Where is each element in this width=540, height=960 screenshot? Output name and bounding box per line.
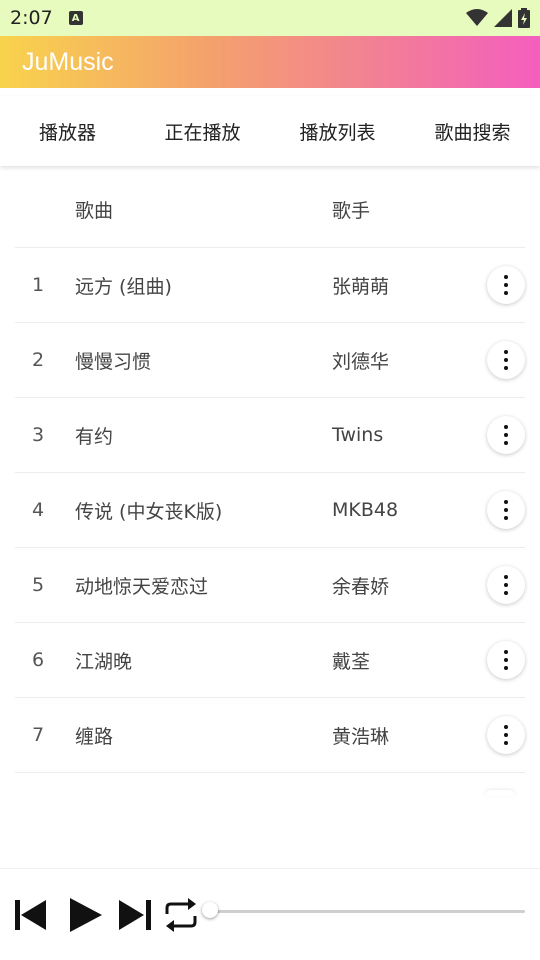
row-number: 3 <box>32 424 45 446</box>
row-number: 4 <box>32 499 45 521</box>
more-options-button[interactable] <box>487 491 525 529</box>
row-artist: 余春娇 <box>332 575 390 598</box>
row-number: 5 <box>32 574 45 596</box>
row-song: 传说 (中女丧K版) <box>75 500 223 523</box>
repeat-icon <box>165 897 197 932</box>
player-bar <box>0 868 540 960</box>
more-options-button[interactable] <box>487 266 525 304</box>
header-song: 歌曲 <box>75 200 114 222</box>
row-song: 远方 (组曲) <box>75 275 172 298</box>
song-table: 歌曲 歌手 1 远方 (组曲) 张萌萌 2 慢慢习惯 刘德华 3 有约 Twin… <box>15 172 525 773</box>
row-artist: 刘德华 <box>332 350 390 373</box>
wifi-icon <box>466 9 488 26</box>
table-row[interactable]: 1 远方 (组曲) 张萌萌 <box>15 248 525 323</box>
header-artist: 歌手 <box>332 200 371 222</box>
table-row[interactable]: 4 传说 (中女丧K版) MKB48 <box>15 473 525 548</box>
tab-bar: 播放器 正在播放 播放列表 歌曲搜索 <box>0 96 540 166</box>
seek-bar[interactable] <box>210 910 525 913</box>
notification-icon: A <box>68 11 83 25</box>
row-artist: 戴荃 <box>332 650 371 673</box>
more-options-button[interactable] <box>487 341 525 379</box>
status-time: 2:07 <box>10 7 53 29</box>
table-row[interactable]: 2 慢慢习惯 刘德华 <box>15 323 525 398</box>
tab-player[interactable]: 播放器 <box>0 96 135 166</box>
more-options-button[interactable] <box>487 716 525 754</box>
skip-previous-icon <box>15 899 46 930</box>
table-row[interactable]: 7 缠路 黄浩琳 <box>15 698 525 773</box>
row-song: 有约 <box>75 425 114 448</box>
row-artist: MKB48 <box>332 499 399 521</box>
battery-icon <box>518 8 530 28</box>
play-icon <box>70 897 102 932</box>
row-song: 动地惊天爱恋过 <box>75 575 209 598</box>
more-options-button[interactable] <box>487 416 525 454</box>
play-button[interactable] <box>66 895 106 935</box>
next-button[interactable] <box>118 895 152 935</box>
more-options-button[interactable] <box>487 641 525 679</box>
tab-playlist[interactable]: 播放列表 <box>270 96 405 166</box>
row-number: 7 <box>32 724 45 746</box>
app-bar: JuMusic <box>0 36 540 88</box>
app-title: JuMusic <box>22 47 114 76</box>
row-artist: 黄浩琳 <box>332 725 390 748</box>
signal-icon <box>494 9 512 27</box>
status-bar: 2:07 A <box>0 0 540 36</box>
row-artist: Twins <box>332 424 384 446</box>
row-song: 缠路 <box>75 725 114 748</box>
tab-song-search[interactable]: 歌曲搜索 <box>405 96 540 166</box>
more-options-button[interactable] <box>487 566 525 604</box>
row-number: 2 <box>32 349 45 371</box>
repeat-button[interactable] <box>162 895 200 935</box>
seek-thumb[interactable] <box>202 902 218 918</box>
row-song: 江湖晚 <box>75 650 133 673</box>
row-song: 慢慢习惯 <box>75 350 152 373</box>
scroll-fade-edge <box>15 790 525 796</box>
skip-next-icon <box>119 899 151 930</box>
previous-button[interactable] <box>14 895 48 935</box>
table-row[interactable]: 5 动地惊天爱恋过 余春娇 <box>15 548 525 623</box>
status-icons <box>466 8 530 28</box>
row-artist: 张萌萌 <box>332 275 390 298</box>
table-row[interactable]: 6 江湖晚 戴荃 <box>15 623 525 698</box>
table-row[interactable]: 3 有约 Twins <box>15 398 525 473</box>
table-header: 歌曲 歌手 <box>15 172 525 248</box>
row-number: 6 <box>32 649 45 671</box>
tab-now-playing[interactable]: 正在播放 <box>135 96 270 166</box>
row-number: 1 <box>32 274 45 296</box>
